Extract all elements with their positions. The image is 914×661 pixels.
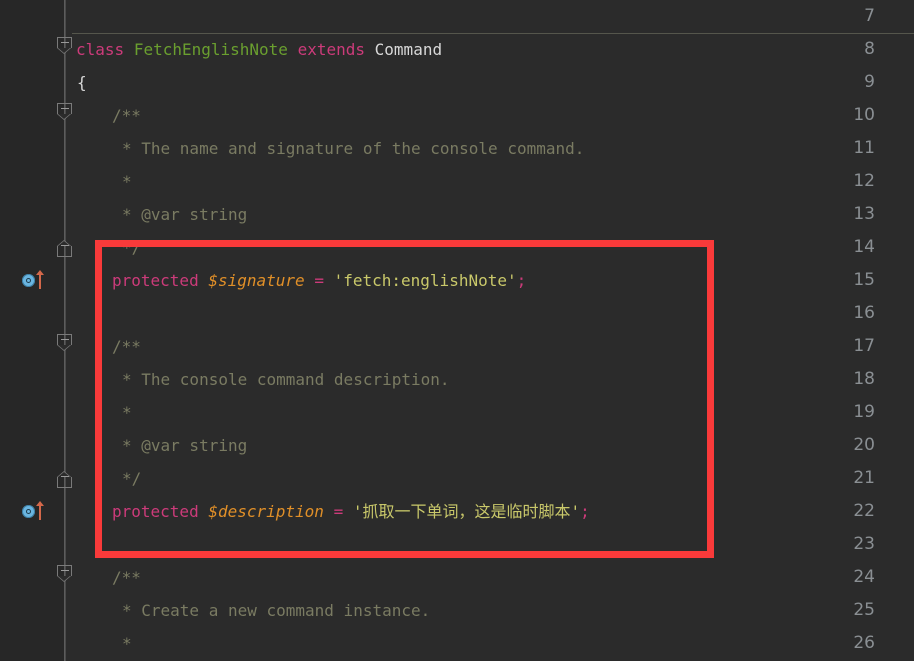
code-line[interactable]: /**: [112, 561, 141, 594]
code-line[interactable]: * Create a new command instance.: [122, 594, 430, 627]
code-line[interactable]: * The console command description.: [122, 363, 450, 396]
override-circle-icon: [22, 505, 35, 518]
arrow-stem: [39, 504, 41, 520]
code-token-var: $signature: [208, 271, 305, 290]
code-line[interactable]: * The name and signature of the console …: [122, 132, 584, 165]
code-line[interactable]: * @var string: [122, 198, 247, 231]
code-token-kw: protected: [112, 271, 199, 290]
code-editor[interactable]: 7 8 9 10 11 12 13 14 15 16 17 18 19 20 21 22 23 24 25 26 cl…: [0, 0, 914, 661]
code-token-str: 'fetch:englishNote': [333, 271, 517, 290]
code-token-cmt: /**: [112, 337, 141, 356]
code-token-cmt: *: [122, 403, 132, 422]
code-line[interactable]: protected $signature = 'fetch:englishNot…: [112, 264, 526, 297]
fold-minus-icon: [60, 476, 69, 478]
override-circle-icon: [22, 274, 35, 287]
code-line[interactable]: */: [122, 231, 141, 264]
fold-minus-icon: [60, 42, 69, 44]
fold-minus-icon: [60, 570, 69, 572]
code-token-op: =: [314, 271, 324, 290]
override-up-arrow-icon: [36, 270, 44, 290]
code-token-cmt: */: [122, 469, 142, 488]
code-token-cmt: /**: [112, 106, 141, 125]
code-token-kw: extends: [297, 40, 366, 59]
code-token-cmt: * The console command description.: [122, 370, 450, 389]
code-token-cmt: /**: [112, 568, 141, 587]
fold-minus-icon: [60, 245, 69, 247]
code-token-cls: FetchEnglishNote: [133, 40, 288, 59]
code-line[interactable]: class FetchEnglishNote extends Command: [76, 33, 442, 66]
code-line[interactable]: *: [122, 627, 132, 660]
arrow-stem: [39, 273, 41, 289]
code-token-op: =: [333, 502, 344, 521]
code-line[interactable]: * @var string: [122, 429, 247, 462]
code-token-cmt: * The name and signature of the console …: [122, 139, 585, 158]
code-token-cmt: * @var string: [122, 436, 248, 455]
code-token-plain: Command: [374, 40, 443, 59]
code-line[interactable]: */: [122, 462, 141, 495]
code-line[interactable]: *: [122, 165, 132, 198]
code-token-cmt: * @var string: [122, 205, 248, 224]
code-line[interactable]: {: [77, 66, 87, 99]
code-token-cmt: * Create a new command instance.: [122, 601, 431, 620]
code-token-str: '抓取一下单词，这是临时脚本': [352, 502, 581, 521]
code-content-area[interactable]: class FetchEnglishNote extends Command { /…: [66, 0, 914, 661]
code-token-brace: {: [77, 73, 87, 92]
fold-minus-icon: [60, 108, 69, 110]
override-up-arrow-icon: [36, 501, 44, 521]
code-token-cmt: *: [122, 172, 132, 191]
code-token-var: $description: [208, 502, 324, 521]
code-token-op: ;: [580, 502, 590, 521]
override-marker-icon[interactable]: [22, 495, 44, 528]
editor-gutter[interactable]: [0, 0, 65, 661]
fold-minus-icon: [60, 339, 69, 341]
code-token-cmt: */: [122, 238, 142, 257]
code-token-op: ;: [516, 271, 527, 290]
code-line[interactable]: /**: [112, 99, 141, 132]
method-separator-line: [72, 33, 914, 34]
override-marker-icon[interactable]: [22, 264, 44, 297]
code-line[interactable]: /**: [112, 330, 141, 363]
code-token-cmt: *: [122, 634, 132, 653]
code-token-kw: class: [76, 40, 125, 59]
fold-ribbon-line: [64, 0, 65, 661]
code-token-kw: protected: [112, 502, 199, 521]
code-line[interactable]: protected $description = '抓取一下单词，这是临时脚本'…: [112, 495, 590, 528]
code-line[interactable]: *: [122, 396, 132, 429]
